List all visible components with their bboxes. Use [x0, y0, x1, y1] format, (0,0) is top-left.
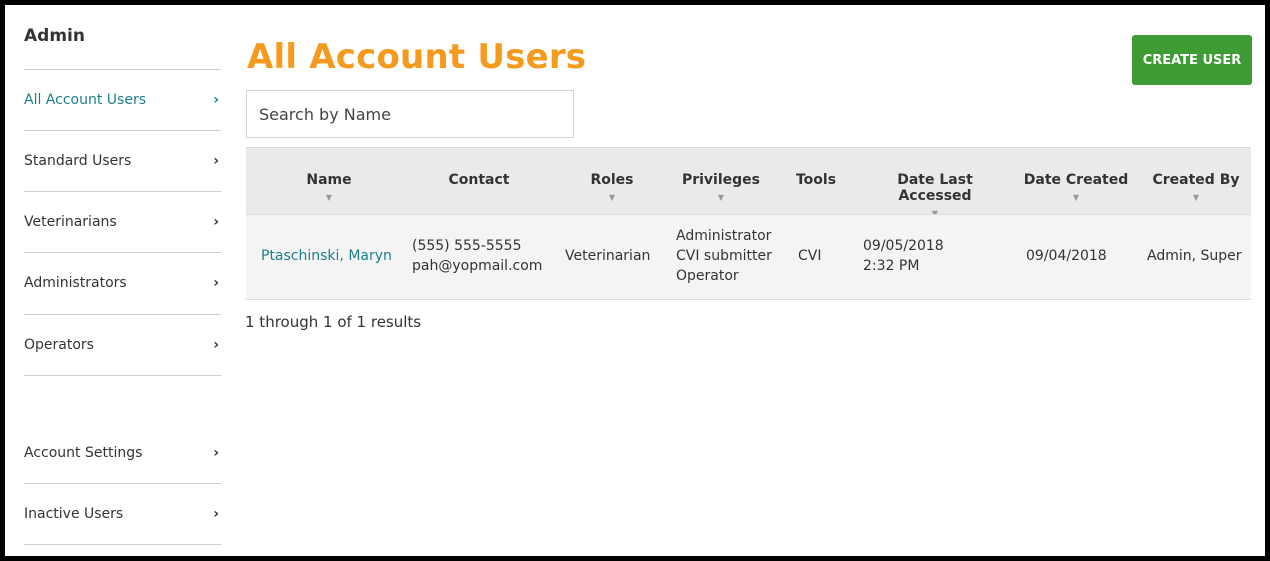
sidebar-item-label: Standard Users	[24, 153, 132, 169]
contact-phone: (555) 555-5555	[412, 238, 522, 254]
results-count: 1 through 1 of 1 results	[245, 313, 422, 331]
column-header-date-created[interactable]: Date Created ▼	[1021, 172, 1131, 202]
sidebar-item-inactive-users[interactable]: Inactive Users ›	[24, 483, 221, 544]
privilege-item: CVI submitter	[676, 248, 772, 264]
sidebar-item-standard-users[interactable]: Standard Users ›	[24, 130, 221, 191]
created-by: Admin, Super	[1147, 248, 1242, 264]
column-header-privileges[interactable]: Privileges ▼	[671, 172, 771, 202]
privilege-item: Administrator	[676, 228, 772, 244]
create-user-button[interactable]: CREATE USER	[1132, 35, 1252, 85]
privilege-item: Operator	[676, 268, 739, 284]
sort-arrow-icon: ▼	[1072, 193, 1080, 202]
sidebar-item-label: All Account Users	[24, 92, 146, 108]
sidebar-divider	[24, 375, 221, 376]
table-row[interactable]: Ptaschinski, Maryn (555) 555-5555 pah@yo…	[246, 214, 1251, 300]
page-title: All Account Users	[247, 37, 587, 77]
table-header: Name ▼ Contact Roles ▼ Privileges ▼ Tool…	[246, 147, 1251, 218]
sidebar-item-label: Inactive Users	[24, 506, 124, 522]
users-table: Name ▼ Contact Roles ▼ Privileges ▼ Tool…	[246, 147, 1251, 300]
chevron-right-icon: ›	[213, 444, 219, 461]
chevron-right-icon: ›	[213, 337, 219, 353]
sidebar-item-veterinarians[interactable]: Veterinarians ›	[24, 191, 221, 252]
sidebar-item-label: Operators	[24, 337, 94, 353]
sidebar-item-administrators[interactable]: Administrators ›	[24, 252, 221, 313]
sidebar-item-account-settings[interactable]: Account Settings ›	[24, 422, 221, 483]
sidebar-item-all-account-users[interactable]: All Account Users ›	[24, 69, 221, 130]
user-tools: CVI	[798, 248, 822, 264]
sort-arrow-icon: ▼	[717, 193, 725, 202]
sort-arrow-icon: ▼	[608, 193, 616, 202]
chevron-right-icon: ›	[213, 506, 219, 522]
date-created: 09/04/2018	[1026, 248, 1107, 264]
column-header-created-by[interactable]: Created By ▼	[1146, 172, 1246, 202]
last-accessed-time: 2:32 PM	[863, 258, 920, 274]
sidebar-item-label: Veterinarians	[24, 214, 117, 230]
app-frame: Admin All Account Users › Standard Users…	[5, 5, 1265, 556]
column-header-roles[interactable]: Roles ▼	[572, 172, 652, 202]
user-name-link[interactable]: Ptaschinski, Maryn	[261, 246, 392, 266]
user-role: Veterinarian	[565, 248, 651, 264]
chevron-right-icon: ›	[213, 153, 219, 169]
search-input[interactable]	[246, 90, 574, 138]
last-accessed-date: 09/05/2018	[863, 238, 944, 254]
column-header-date-last-accessed[interactable]: Date Last Accessed ▼	[860, 172, 1010, 218]
column-header-contact: Contact	[448, 172, 510, 188]
chevron-right-icon: ›	[213, 214, 219, 230]
sort-arrow-icon: ▼	[1192, 193, 1200, 202]
sidebar-item-label: Account Settings	[24, 444, 143, 461]
sort-arrow-icon: ▼	[325, 193, 333, 202]
sidebar-item-label: Administrators	[24, 275, 127, 291]
column-header-tools: Tools	[795, 172, 837, 188]
chevron-right-icon: ›	[213, 275, 219, 291]
contact-email: pah@yopmail.com	[412, 258, 543, 274]
sidebar-item-operators[interactable]: Operators ›	[24, 314, 221, 375]
chevron-right-icon: ›	[213, 92, 219, 108]
sidebar-title: Admin	[24, 26, 85, 46]
sidebar-divider	[24, 544, 221, 545]
column-header-name[interactable]: Name ▼	[284, 172, 374, 202]
